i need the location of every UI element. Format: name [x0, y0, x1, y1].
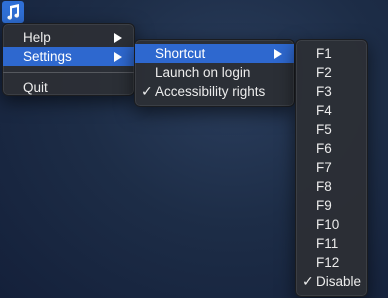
submenu-arrow-icon [274, 49, 282, 59]
menu-item-label: F3 [316, 84, 332, 99]
menu-item-f11[interactable]: F11 [296, 234, 367, 253]
menu-item-quit[interactable]: Quit [3, 78, 134, 97]
menu-item-accessibility-rights-label: Accessibility rights [155, 84, 266, 99]
menu-item-launch-on-login[interactable]: Launch on login [135, 63, 294, 82]
menu-item-settings-label: Settings [23, 49, 72, 64]
menu-item-f7[interactable]: F7 [296, 158, 367, 177]
menu-item-quit-label: Quit [23, 80, 48, 95]
menu-item-label: Disable [316, 274, 362, 289]
submenu-arrow-icon [114, 52, 122, 62]
menu-item-label: F9 [316, 198, 332, 213]
menu-item-f4[interactable]: F4 [296, 101, 367, 120]
shortcut-submenu: F1 F2 F3 F4 F5 F6 F7 F8 F9 F10 F11 F12 ✓… [295, 39, 368, 297]
music-note-icon[interactable] [2, 1, 24, 23]
menu-item-f1[interactable]: F1 [296, 44, 367, 63]
settings-submenu: Shortcut Launch on login ✓ Accessibility… [134, 39, 295, 107]
menu-item-help[interactable]: Help [3, 28, 134, 47]
music-note-glyph [7, 4, 20, 20]
menu-item-settings[interactable]: Settings [3, 47, 134, 66]
menu-item-launch-on-login-label: Launch on login [155, 65, 251, 80]
menu-item-label: F12 [316, 255, 340, 270]
menu-item-label: F4 [316, 103, 332, 118]
menu-item-f5[interactable]: F5 [296, 120, 367, 139]
menu-item-help-label: Help [23, 30, 51, 45]
menu-item-f9[interactable]: F9 [296, 196, 367, 215]
menu-item-f12[interactable]: F12 [296, 253, 367, 272]
menu-separator [3, 72, 134, 73]
menu-item-f10[interactable]: F10 [296, 215, 367, 234]
menu-item-accessibility-rights[interactable]: ✓ Accessibility rights [135, 82, 294, 101]
submenu-arrow-icon [114, 33, 122, 43]
main-menu: Help Settings Quit [2, 23, 135, 96]
menu-item-label: F6 [316, 141, 332, 156]
checkmark-icon: ✓ [141, 83, 153, 99]
menu-item-label: F2 [316, 65, 332, 80]
menu-item-f8[interactable]: F8 [296, 177, 367, 196]
menu-item-shortcut-label: Shortcut [155, 46, 206, 61]
menu-item-label: F1 [316, 46, 332, 61]
menu-item-label: F11 [316, 236, 339, 251]
checkmark-icon: ✓ [302, 273, 314, 289]
menu-item-f2[interactable]: F2 [296, 63, 367, 82]
menu-item-shortcut[interactable]: Shortcut [135, 44, 294, 63]
menu-item-disable[interactable]: ✓ Disable [296, 272, 367, 291]
menu-item-label: F8 [316, 179, 332, 194]
menu-item-f6[interactable]: F6 [296, 139, 367, 158]
menu-item-label: F5 [316, 122, 332, 137]
menu-item-label: F7 [316, 160, 332, 175]
menu-item-f3[interactable]: F3 [296, 82, 367, 101]
menu-item-label: F10 [316, 217, 340, 232]
